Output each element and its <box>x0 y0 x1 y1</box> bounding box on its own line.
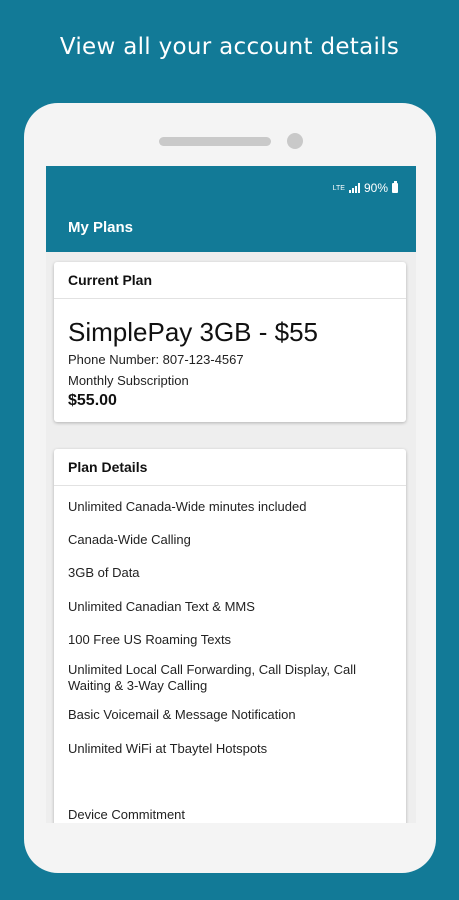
battery-percentage: 90% <box>363 181 388 195</box>
plan-detail-item: 100 Free US Roaming Texts <box>68 632 232 647</box>
phone-camera <box>287 133 303 149</box>
page-title: My Plans <box>68 219 134 236</box>
plan-detail-item: Unlimited Canadian Text & MMS <box>68 599 255 614</box>
plan-details-card: Plan Details Unlimited Canada-Wide minut… <box>54 449 406 823</box>
battery-icon <box>392 181 398 193</box>
app-bar: LTE 90% My Plans <box>46 166 416 252</box>
plan-detail-item: Basic Voicemail & Message Notification <box>68 707 296 722</box>
phone-frame: LTE 90% My Plans Current Plan SimplePay … <box>24 103 436 873</box>
lte-indicator: LTE <box>332 184 345 192</box>
phone-speaker <box>159 137 271 146</box>
plan-detail-item: Canada-Wide Calling <box>68 532 191 547</box>
current-plan-header: Current Plan <box>54 262 406 299</box>
status-bar: LTE 90% <box>333 181 398 195</box>
plan-detail-item: 3GB of Data <box>68 565 140 580</box>
signal-icon <box>348 183 360 193</box>
plan-detail-item: Unlimited Canada-Wide minutes included <box>68 499 307 514</box>
device-commitment-label: Device Commitment <box>68 807 186 822</box>
plan-price: $55.00 <box>68 392 117 409</box>
plan-detail-item: Unlimited Local Call Forwarding, Call Di… <box>68 662 357 693</box>
promo-headline: View all your account details <box>59 34 400 60</box>
plan-name: SimplePay 3GB - $55 <box>68 317 319 347</box>
phone-number: Phone Number: 807-123-4567 <box>68 352 244 367</box>
plan-detail-item: Unlimited WiFi at Tbaytel Hotspots <box>68 741 268 756</box>
phone-screen: LTE 90% My Plans Current Plan SimplePay … <box>46 166 416 823</box>
plan-details-header: Plan Details <box>54 449 406 486</box>
subscription-label: Monthly Subscription <box>68 373 189 388</box>
current-plan-card: Current Plan SimplePay 3GB - $55 Phone N… <box>54 262 406 422</box>
